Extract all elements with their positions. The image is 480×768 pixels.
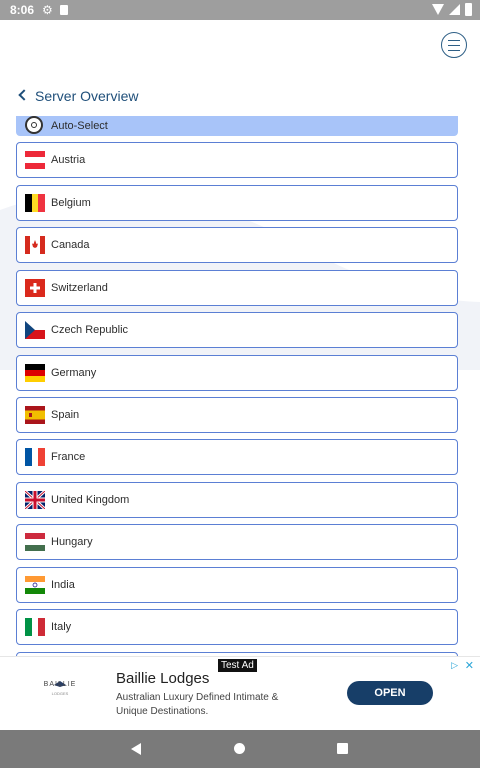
server-label: France — [51, 451, 86, 463]
sd-card-icon — [60, 5, 68, 15]
server-row-canada[interactable]: Canada — [16, 227, 458, 263]
italy-flag-icon — [25, 618, 45, 636]
server-label: Italy — [51, 621, 72, 633]
server-label: Hungary — [51, 536, 93, 548]
ad-choices-icon[interactable]: ▷ — [451, 660, 458, 671]
server-row-hungary[interactable]: Hungary — [16, 524, 458, 560]
menu-button[interactable] — [441, 32, 467, 58]
ad-open-button[interactable]: OPEN — [347, 681, 433, 705]
server-row-auto-select[interactable]: Auto-Select — [16, 116, 458, 136]
wifi-icon — [432, 4, 444, 15]
server-label: Switzerland — [51, 282, 108, 294]
nav-back-icon[interactable] — [131, 743, 141, 755]
nav-home-icon[interactable] — [234, 743, 245, 754]
settings-gear-icon: ⚙ — [42, 3, 53, 17]
server-label: Spain — [51, 409, 80, 421]
server-label: Czech Republic — [51, 324, 129, 336]
server-row-austria[interactable]: Austria — [16, 142, 458, 178]
ad-logo-subtext: LODGES — [51, 691, 69, 696]
server-row-united-kingdom[interactable]: United Kingdom — [16, 482, 458, 518]
server-label: Germany — [51, 367, 97, 379]
india-flag-icon — [25, 576, 45, 594]
server-row-germany[interactable]: Germany — [16, 355, 458, 391]
battery-icon — [465, 3, 472, 16]
server-row-switzerland[interactable]: Switzerland — [16, 270, 458, 306]
czech-flag-icon — [25, 321, 45, 339]
server-label: India — [51, 579, 75, 591]
austria-flag-icon — [25, 151, 45, 169]
switzerland-flag-icon — [25, 279, 45, 297]
ad-description: Australian Luxury Defined Intimate & Uni… — [116, 692, 279, 717]
server-row-italy[interactable]: Italy — [16, 609, 458, 645]
nav-recent-apps-icon[interactable] — [337, 743, 348, 754]
spain-flag-icon — [25, 406, 45, 424]
page-title: Server Overview — [35, 88, 139, 104]
back-chevron-icon[interactable] — [18, 89, 30, 101]
hungary-flag-icon — [25, 533, 45, 551]
germany-flag-icon — [25, 364, 45, 382]
test-ad-badge: Test Ad — [218, 659, 257, 672]
ad-title[interactable]: Baillie Lodges — [116, 670, 209, 687]
canada-flag-icon — [25, 236, 45, 254]
server-label: Belgium — [51, 197, 91, 209]
server-row-france[interactable]: France — [16, 439, 458, 475]
france-flag-icon — [25, 448, 45, 466]
ad-close-icon[interactable]: ✕ — [465, 659, 474, 672]
ad-banner[interactable]: Test Ad ▷ ✕ BAILLIE LODGES Baillie Lodge… — [0, 656, 480, 731]
server-label: Austria — [51, 154, 86, 166]
system-navigation-bar — [0, 730, 480, 768]
ad-logo-text: BAILLIE — [43, 681, 77, 688]
server-row-india[interactable]: India — [16, 567, 458, 603]
status-bar: 8:06 ⚙ — [0, 0, 480, 20]
server-label: Auto-Select — [51, 120, 108, 132]
server-label: United Kingdom — [51, 494, 130, 506]
server-list[interactable]: Auto-Select Austria Belgium Canada Switz… — [0, 116, 480, 656]
uk-flag-icon — [25, 491, 45, 509]
server-row-spain[interactable]: Spain — [16, 397, 458, 433]
server-row-belgium[interactable]: Belgium — [16, 185, 458, 221]
server-row-czech-republic[interactable]: Czech Republic — [16, 312, 458, 348]
belgium-flag-icon — [25, 194, 45, 212]
auto-select-icon — [25, 116, 43, 134]
status-time: 8:06 — [10, 3, 35, 17]
signal-icon — [449, 4, 460, 15]
server-label: Canada — [51, 239, 90, 251]
